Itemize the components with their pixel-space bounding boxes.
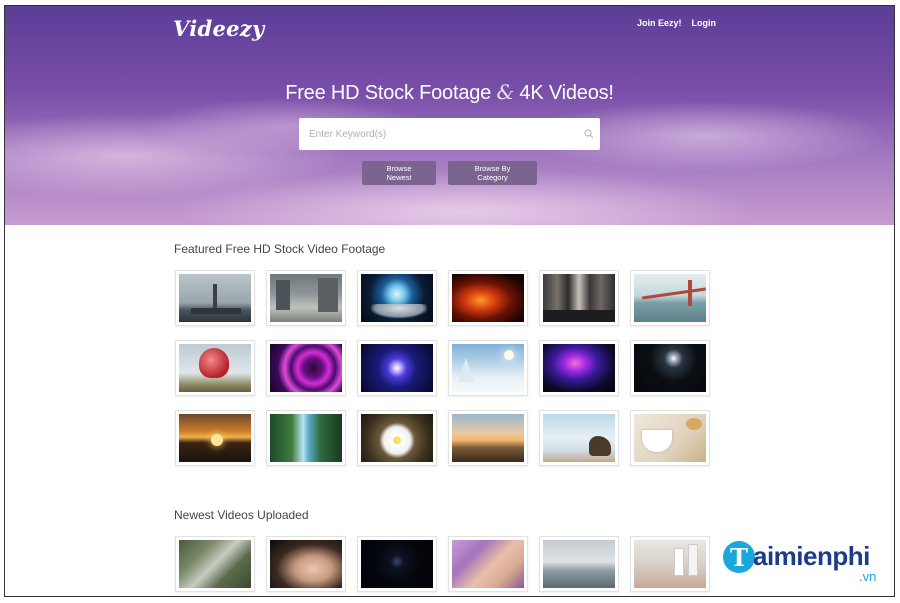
thumbnail-hand-wrinkles[interactable] <box>266 536 346 592</box>
taimienphi-watermark: T aimienphi .vn <box>721 533 894 589</box>
thumbnail-city-street[interactable] <box>266 270 346 326</box>
thumbnail-desert-sunset[interactable] <box>448 410 528 466</box>
thumbnail-light-flare[interactable] <box>630 340 710 396</box>
featured-section-title: Featured Free HD Stock Video Footage <box>174 242 386 256</box>
hero-title: Free HD Stock Footage & 4K Videos! <box>5 80 894 105</box>
browser-frame: Videezy Join Eezy! Login Free HD Stock F… <box>4 5 895 597</box>
browse-newest-button[interactable]: Browse Newest <box>362 161 436 185</box>
browse-category-button[interactable]: Browse By Category <box>448 161 537 185</box>
thumbnail-golden-gate[interactable] <box>630 270 710 326</box>
newest-section-title: Newest Videos Uploaded <box>174 508 309 522</box>
join-link[interactable]: Join Eezy! <box>637 18 682 28</box>
search-box <box>299 118 600 150</box>
search-icon[interactable] <box>578 123 600 145</box>
login-link[interactable]: Login <box>692 18 717 28</box>
top-nav: Join Eezy! Login <box>637 18 716 28</box>
thumbnail-energy-orb[interactable] <box>357 340 437 396</box>
thumbnail-ocean-shore[interactable] <box>539 536 619 592</box>
hero-title-part1: Free HD Stock Footage <box>285 82 497 104</box>
newest-grid <box>175 536 710 592</box>
watermark-suffix: .vn <box>859 569 877 584</box>
site-logo[interactable]: Videezy <box>173 16 265 41</box>
hero-banner: Videezy Join Eezy! Login Free HD Stock F… <box>5 6 894 225</box>
watermark-letter: T <box>723 541 755 573</box>
thumbnail-snowy-trees[interactable] <box>448 340 528 396</box>
thumbnail-aerial-neighborhood[interactable] <box>175 536 255 592</box>
watermark-text: aimienphi <box>753 541 870 571</box>
hero-title-amp: & <box>496 80 515 104</box>
thumbnail-glowing-globe[interactable] <box>357 270 437 326</box>
thumbnail-face-cream[interactable] <box>448 536 528 592</box>
thumbnail-beach-rocks[interactable] <box>539 410 619 466</box>
thumbnail-fire-sparks[interactable] <box>448 270 528 326</box>
thumbnail-waterfall-forest[interactable] <box>266 410 346 466</box>
search-input[interactable] <box>299 118 578 150</box>
thumbnail-neon-rings[interactable] <box>266 340 346 396</box>
thumbnail-medicine-bottles[interactable] <box>630 536 710 592</box>
thumbnail-statue-of-liberty[interactable] <box>175 270 255 326</box>
thumbnail-tea-cup[interactable] <box>630 410 710 466</box>
featured-grid <box>175 270 710 466</box>
thumbnail-white-flower[interactable] <box>357 410 437 466</box>
thumbnail-times-square[interactable] <box>539 270 619 326</box>
thumbnail-heart-balloon[interactable] <box>175 340 255 396</box>
thumbnail-purple-smoke[interactable] <box>539 340 619 396</box>
hero-title-part2: 4K Videos! <box>514 82 614 104</box>
thumbnail-sunset-lake[interactable] <box>175 410 255 466</box>
thumbnail-dark-particles[interactable] <box>357 536 437 592</box>
